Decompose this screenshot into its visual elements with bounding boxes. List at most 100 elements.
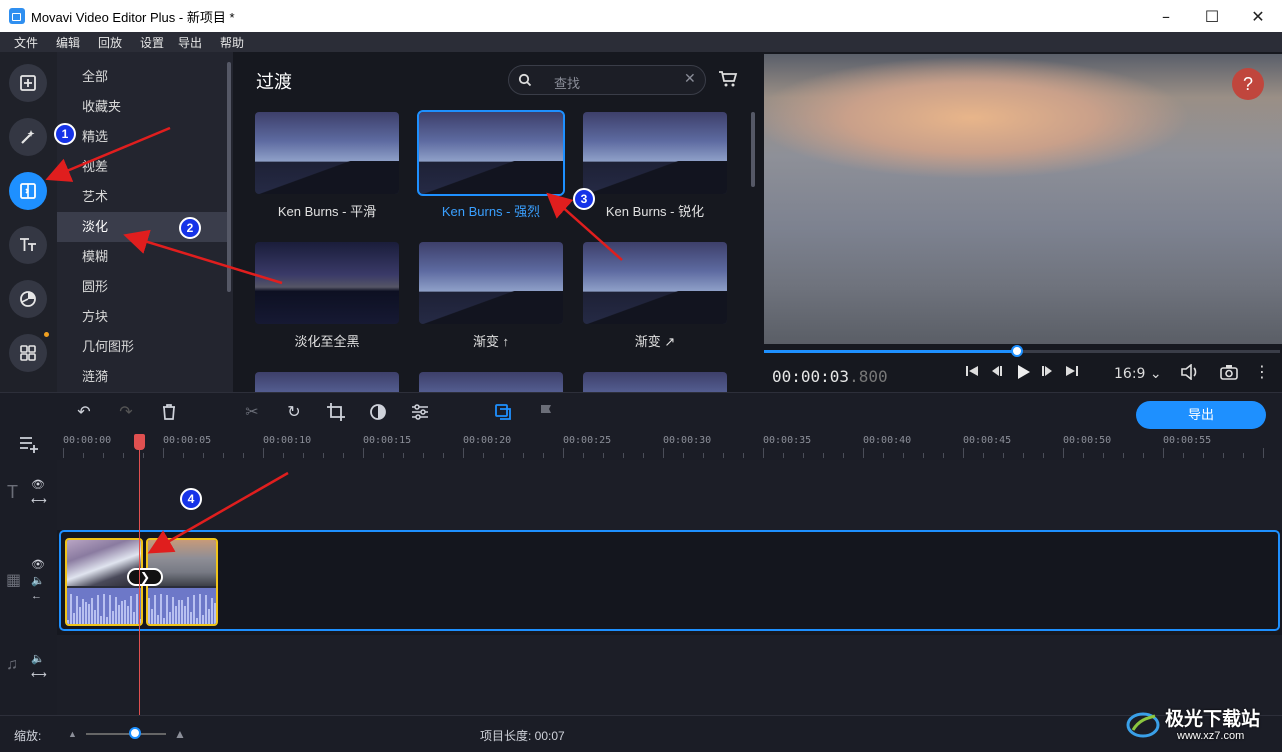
titles-button[interactable] [9, 226, 47, 264]
skip-start-icon[interactable] [965, 364, 979, 378]
aspect-ratio-select[interactable]: 16:9 ⌄ [1114, 366, 1162, 382]
audio-track[interactable] [57, 635, 1282, 715]
watermark: 极光下载站 www.xz7.com [1125, 700, 1275, 748]
waveform-bar [115, 597, 117, 624]
menu-file[interactable]: 文件 [14, 34, 38, 51]
transition-wizard-icon[interactable] [493, 402, 513, 422]
playback-progress-knob[interactable] [1010, 345, 1023, 357]
close-button[interactable]: ✕ [1235, 0, 1281, 32]
unlink-icon[interactable]: ⟷ [31, 668, 47, 681]
category-favorites[interactable]: 收藏夹 [57, 92, 227, 122]
ruler-tick [163, 448, 164, 458]
category-square[interactable]: 方块 [57, 302, 227, 332]
ruler-tick [603, 453, 604, 458]
clip-properties-icon[interactable] [410, 402, 430, 422]
transition-thumb-selected[interactable] [417, 110, 565, 196]
panel-title: 过渡 [256, 72, 292, 92]
menu-playback[interactable]: 回放 [98, 34, 122, 51]
color-adjust-icon[interactable] [368, 402, 388, 422]
snapshot-camera-icon[interactable] [1220, 364, 1238, 380]
prev-frame-icon[interactable] [989, 364, 1003, 378]
menu-bar: 文件 编辑 回放 设置 导出 帮助 [0, 32, 1282, 52]
timeline-ruler[interactable]: 00:00:00 00:00:05 00:00:10 00:00:15 00:0… [57, 430, 1282, 460]
arrow-left-icon[interactable]: ← [31, 590, 42, 602]
zoom-slider[interactable] [86, 733, 166, 735]
transition-thumb[interactable] [255, 112, 399, 194]
clear-search-icon[interactable]: ✕ [684, 71, 696, 87]
transition-thumb[interactable] [583, 372, 727, 392]
ruler-tick [803, 453, 804, 458]
transitions-panel: 过渡 查找 ✕ Ken Burns - 平滑 Ken Burns - 强烈 Ke… [233, 52, 762, 392]
transition-thumb[interactable] [583, 242, 727, 324]
store-cart-icon[interactable] [718, 70, 738, 88]
link-icon[interactable]: ⟷ [31, 494, 47, 507]
zoom-slider-knob[interactable] [129, 727, 141, 739]
add-track-icon[interactable] [19, 435, 41, 453]
timeline-toolbar: ↶ ↷ ✂ ↻ 导出 [0, 392, 1282, 430]
category-scrollbar[interactable] [227, 62, 231, 292]
transition-thumb[interactable] [419, 242, 563, 324]
rotate-icon[interactable]: ↻ [284, 402, 304, 422]
transition-thumb[interactable] [255, 372, 399, 392]
help-button[interactable]: ? [1232, 68, 1264, 100]
menu-edit[interactable]: 编辑 [56, 34, 80, 51]
more-options-icon[interactable]: ⋮ [1254, 362, 1270, 381]
import-button[interactable] [9, 64, 47, 102]
marker-flag-icon[interactable] [536, 402, 556, 422]
eye-icon[interactable]: 👁 [31, 558, 45, 571]
video-track[interactable]: ❯ [59, 530, 1280, 631]
category-fade[interactable]: 淡化 [57, 212, 227, 242]
menu-settings[interactable]: 设置 [140, 34, 164, 51]
menu-export[interactable]: 导出 [178, 34, 202, 51]
ruler-tick [1223, 453, 1224, 458]
ruler-tick [223, 453, 224, 458]
ruler-tick [123, 453, 124, 458]
undo-icon[interactable]: ↶ [74, 402, 94, 422]
playhead-handle[interactable] [134, 434, 145, 450]
skip-end-icon[interactable] [1065, 364, 1079, 378]
crop-icon[interactable] [326, 402, 346, 422]
cut-scissors-icon[interactable]: ✂ [242, 402, 262, 422]
magic-tools-button[interactable] [9, 118, 47, 156]
maximize-button[interactable]: ☐ [1189, 0, 1235, 32]
transition-thumb[interactable] [255, 242, 399, 324]
category-featured[interactable]: 精选 [57, 122, 227, 152]
transition-thumb[interactable] [583, 112, 727, 194]
panel-scrollbar[interactable] [751, 112, 755, 187]
title-bar: Movavi Video Editor Plus - 新项目 * – ☐ ✕ [0, 0, 1282, 32]
category-parallax[interactable]: 视差 [57, 152, 227, 182]
volume-small-icon[interactable]: 🔈 [31, 652, 45, 665]
waveform-bar [187, 596, 189, 624]
redo-icon[interactable]: ↷ [116, 402, 136, 422]
waveform-bar [100, 616, 102, 624]
eye-icon[interactable]: 👁 [31, 478, 45, 491]
category-blur[interactable]: 模糊 [57, 242, 227, 272]
transition-thumb[interactable] [419, 372, 563, 392]
transition-marker[interactable]: ❯ [127, 568, 163, 586]
search-input[interactable]: 查找 ✕ [508, 65, 706, 95]
zoom-out-icon[interactable]: ▲ [68, 729, 77, 739]
category-geometric[interactable]: 几何图形 [57, 332, 227, 362]
volume-small-icon[interactable]: 🔈 [31, 574, 45, 587]
next-frame-icon[interactable] [1041, 364, 1055, 378]
waveform-bar [97, 595, 99, 624]
more-tools-button[interactable] [9, 334, 47, 372]
minimize-button[interactable]: – [1143, 0, 1189, 32]
title-track[interactable] [57, 460, 1282, 530]
category-ripple[interactable]: 涟漪 [57, 362, 227, 392]
playback-progress[interactable] [764, 345, 1280, 357]
transitions-button[interactable] [9, 172, 47, 210]
category-circle[interactable]: 圆形 [57, 272, 227, 302]
category-art[interactable]: 艺术 [57, 182, 227, 212]
volume-icon[interactable] [1180, 364, 1200, 380]
waveform-bar [112, 610, 114, 624]
delete-trash-icon[interactable] [159, 402, 179, 422]
play-icon[interactable] [1015, 364, 1031, 380]
export-button[interactable]: 导出 [1136, 401, 1266, 429]
category-all[interactable]: 全部 [57, 62, 227, 92]
ruler-label: 00:00:05 [163, 435, 212, 446]
zoom-in-icon[interactable]: ▲ [174, 727, 186, 741]
filters-button[interactable] [9, 280, 47, 318]
waveform-bar [208, 608, 210, 624]
menu-help[interactable]: 帮助 [220, 34, 244, 51]
